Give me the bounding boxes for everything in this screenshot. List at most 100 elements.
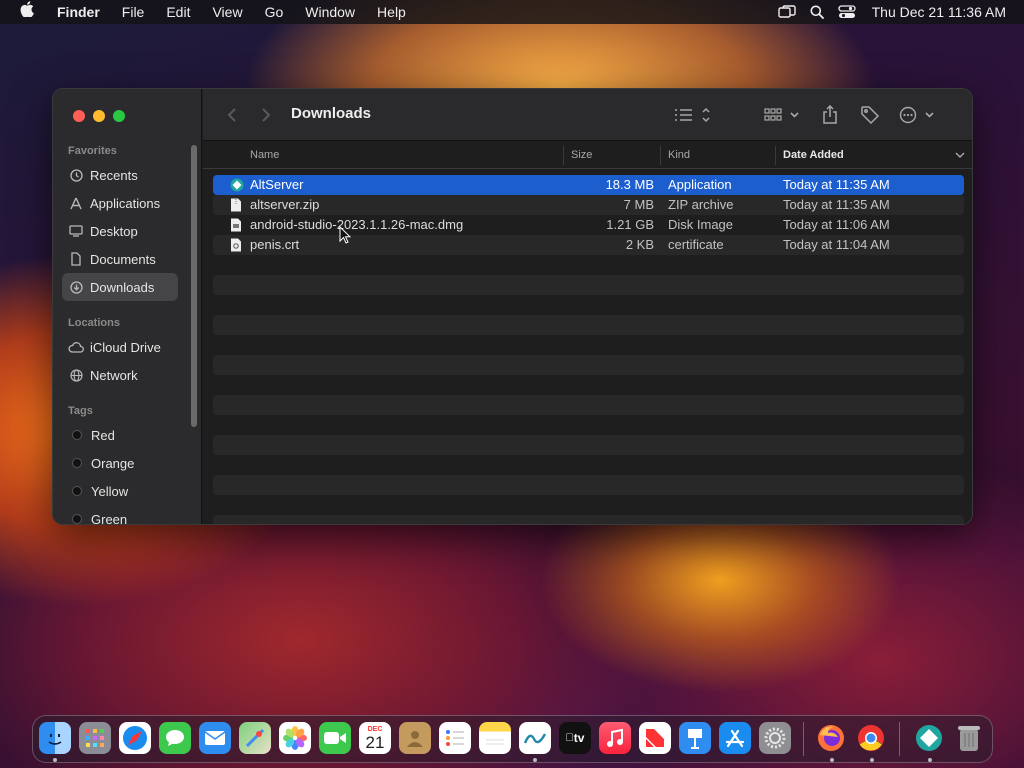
- file-row-altserver-zip[interactable]: altserver.zip 7 MB ZIP archive Today at …: [213, 195, 964, 215]
- share-icon[interactable]: [818, 103, 842, 127]
- empty-row: [213, 455, 964, 475]
- dock-mail-icon[interactable]: [199, 722, 231, 754]
- menu-go[interactable]: Go: [254, 0, 295, 24]
- dock-notes-icon[interactable]: [479, 722, 511, 754]
- sidebar-item-applications[interactable]: Applications: [62, 189, 178, 217]
- dock-separator: [899, 722, 900, 756]
- desktop-icon: [62, 225, 90, 237]
- empty-row: [213, 495, 964, 515]
- dock-news-icon[interactable]: [639, 722, 671, 754]
- sidebar-item-desktop[interactable]: Desktop: [62, 217, 178, 245]
- dock-launchpad-icon[interactable]: [79, 722, 111, 754]
- file-name: android-studio-2023.1.1.26-mac.dmg: [250, 217, 464, 232]
- empty-row: [213, 295, 964, 315]
- certificate-file-icon: [230, 238, 243, 252]
- sidebar-item-downloads[interactable]: Downloads: [62, 273, 178, 301]
- dock-chrome-icon[interactable]: [855, 722, 887, 754]
- column-name-header[interactable]: Name: [250, 149, 279, 161]
- altserver-app-icon: [230, 178, 244, 192]
- dock-running-indicator: [53, 758, 57, 762]
- column-size-header[interactable]: Size: [571, 149, 592, 161]
- dock-keynote-icon[interactable]: [679, 722, 711, 754]
- dock: DEC 21 tv: [32, 715, 993, 763]
- sidebar-item-recents[interactable]: Recents: [62, 161, 178, 189]
- dock-altserver-icon[interactable]: [913, 722, 945, 754]
- list-view-icon[interactable]: [673, 103, 713, 127]
- group-by-icon[interactable]: [763, 103, 803, 127]
- file-date: Today at 11:35 AM: [783, 177, 890, 192]
- dock-finder-icon[interactable]: [39, 722, 71, 754]
- menu-app-name[interactable]: Finder: [46, 0, 111, 24]
- zoom-window-button[interactable]: [113, 110, 125, 122]
- sidebar-scrollbar[interactable]: [191, 145, 197, 427]
- menu-file[interactable]: File: [111, 0, 156, 24]
- download-icon: [62, 280, 90, 294]
- sidebar-item-label: iCloud Drive: [90, 339, 161, 355]
- sidebar-item-network[interactable]: Network: [62, 361, 178, 389]
- dock-freeform-icon[interactable]: [519, 722, 551, 754]
- apple-menu-icon[interactable]: [0, 0, 46, 24]
- dock-contacts-icon[interactable]: [399, 722, 431, 754]
- back-chevron-icon[interactable]: [221, 103, 243, 127]
- screen-mirroring-icon[interactable]: [772, 0, 802, 24]
- empty-row: [213, 255, 964, 275]
- dock-reminders-icon[interactable]: [439, 722, 471, 754]
- dock-running-indicator: [830, 758, 834, 762]
- close-window-button[interactable]: [73, 110, 85, 122]
- dock-messages-icon[interactable]: [159, 722, 191, 754]
- dock-app-store-icon[interactable]: [719, 722, 751, 754]
- column-date-header[interactable]: Date Added: [783, 149, 844, 161]
- dock-facetime-icon[interactable]: [319, 722, 351, 754]
- menu-window[interactable]: Window: [294, 0, 366, 24]
- dock-system-settings-icon[interactable]: [759, 722, 791, 754]
- menu-edit[interactable]: Edit: [155, 0, 201, 24]
- dock-running-indicator: [928, 758, 932, 762]
- tag-icon[interactable]: [858, 103, 882, 127]
- sidebar-tag-orange[interactable]: Orange: [62, 449, 178, 477]
- sidebar-tag-green[interactable]: Green: [62, 505, 178, 524]
- dock-safari-icon[interactable]: [119, 722, 151, 754]
- sidebar-heading-tags: Tags: [68, 405, 93, 417]
- file-size: 18.3 MB: [605, 177, 654, 192]
- more-actions-icon[interactable]: [898, 103, 938, 127]
- dock-music-icon[interactable]: [599, 722, 631, 754]
- dock-trash-icon[interactable]: [953, 722, 985, 754]
- menu-view[interactable]: View: [201, 0, 253, 24]
- file-browser: Downloads Name Size Kind Date Added AltS…: [203, 89, 972, 524]
- menu-help[interactable]: Help: [366, 0, 417, 24]
- control-center-icon[interactable]: [832, 0, 862, 24]
- dock-photos-icon[interactable]: [279, 722, 311, 754]
- empty-row: [213, 475, 964, 495]
- sidebar-item-documents[interactable]: Documents: [62, 245, 178, 273]
- tv-label: tv: [569, 731, 585, 745]
- sidebar-item-label: Yellow: [91, 483, 129, 499]
- menu-clock[interactable]: Thu Dec 21 11:36 AM: [862, 4, 1024, 20]
- finder-window: Favorites Recents Applications Desktop D…: [52, 88, 973, 525]
- globe-icon: [62, 368, 90, 382]
- dock-calendar-icon[interactable]: DEC 21: [359, 722, 391, 754]
- sidebar: Favorites Recents Applications Desktop D…: [53, 89, 202, 524]
- dock-firefox-icon[interactable]: [815, 722, 847, 754]
- tag-dot-icon: [72, 430, 82, 440]
- file-row-crt[interactable]: penis.crt 2 KB certificate Today at 11:0…: [213, 235, 964, 255]
- sidebar-item-icloud-drive[interactable]: iCloud Drive: [62, 333, 178, 361]
- tag-dot-icon: [72, 486, 82, 496]
- file-row-altserver[interactable]: AltServer 18.3 MB Application Today at 1…: [213, 175, 964, 195]
- sidebar-item-label: Network: [90, 367, 138, 383]
- column-kind-header[interactable]: Kind: [668, 149, 690, 161]
- sort-chevron-down-icon[interactable]: [955, 150, 965, 162]
- dock-maps-icon[interactable]: [239, 722, 271, 754]
- sidebar-tag-yellow[interactable]: Yellow: [62, 477, 178, 505]
- dock-tv-icon[interactable]: tv: [559, 722, 591, 754]
- forward-chevron-icon[interactable]: [255, 103, 277, 127]
- minimize-window-button[interactable]: [93, 110, 105, 122]
- column-header: Name Size Kind Date Added: [203, 142, 972, 169]
- file-date: Today at 11:04 AM: [783, 237, 890, 252]
- spotlight-search-icon[interactable]: [802, 0, 832, 24]
- sidebar-tag-red[interactable]: Red: [62, 421, 178, 449]
- file-size: 7 MB: [623, 197, 654, 212]
- sidebar-item-label: Recents: [90, 167, 138, 183]
- empty-row: [213, 335, 964, 355]
- applications-icon: [62, 197, 90, 210]
- file-row-android-studio-dmg[interactable]: android-studio-2023.1.1.26-mac.dmg 1.21 …: [213, 215, 964, 235]
